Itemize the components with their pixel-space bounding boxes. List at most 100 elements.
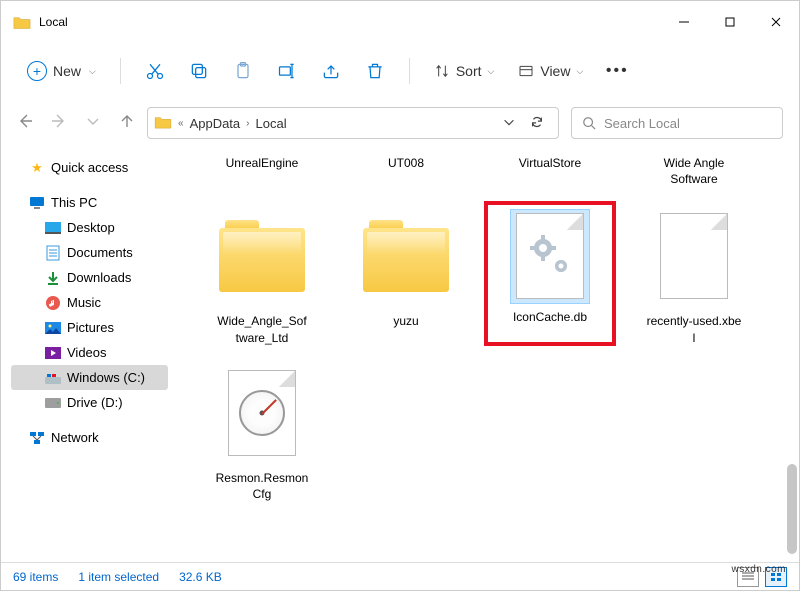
folder-item[interactable]: Wide AngleSoftware: [628, 153, 760, 189]
chevron-down-icon: ⌵: [488, 66, 495, 77]
close-button[interactable]: [753, 1, 799, 43]
sidebar-item-label: Network: [51, 430, 99, 445]
new-button[interactable]: + New ⌵: [17, 53, 106, 89]
paste-button[interactable]: [223, 51, 263, 91]
address-bar-right: [502, 115, 552, 132]
sidebar-downloads[interactable]: Downloads: [11, 265, 168, 290]
music-icon: [45, 295, 61, 311]
sidebar-desktop[interactable]: Desktop: [11, 215, 168, 240]
drive-icon: [45, 395, 61, 411]
sidebar-item-label: Music: [67, 295, 101, 310]
chevron-down-icon: ⌵: [576, 66, 583, 77]
watermark: wsxdn.com: [731, 564, 786, 575]
rename-button[interactable]: [267, 51, 307, 91]
folder-item[interactable]: VirtualStore: [484, 153, 616, 189]
share-button[interactable]: [311, 51, 351, 91]
sidebar-item-label: Desktop: [67, 220, 115, 235]
network-icon: [29, 430, 45, 446]
search-placeholder: Search Local: [604, 116, 680, 131]
desktop-icon: [45, 220, 61, 236]
search-icon: [582, 116, 596, 130]
folder-icon: [13, 15, 31, 29]
statusbar: 69 items 1 item selected 32.6 KB: [1, 562, 799, 590]
folder-item[interactable]: UnrealEngine: [196, 153, 328, 189]
more-button[interactable]: •••: [597, 51, 637, 91]
breadcrumb-appdata[interactable]: AppData: [190, 116, 241, 131]
cut-button[interactable]: [135, 51, 175, 91]
sort-button[interactable]: Sort ⌵: [424, 53, 505, 89]
folder-icon: [363, 220, 449, 292]
documents-icon: [45, 245, 61, 261]
forward-button[interactable]: [51, 113, 67, 134]
toolbar: + New ⌵ Sort ⌵ View ⌵ •••: [1, 43, 799, 99]
sidebar: ★ Quick access This PC Desktop Documents…: [1, 147, 176, 562]
up-button[interactable]: [119, 113, 135, 134]
pictures-icon: [45, 320, 61, 336]
star-icon: ★: [29, 160, 45, 176]
sidebar-item-label: Windows (C:): [67, 370, 145, 385]
sidebar-pictures[interactable]: Pictures: [11, 315, 168, 340]
scroll-thumb[interactable]: [787, 464, 797, 554]
file-icon: [516, 213, 584, 299]
file-item[interactable]: recently-used.xbel: [628, 201, 760, 345]
sidebar-item-label: This PC: [51, 195, 97, 210]
view-label: View: [540, 63, 570, 79]
folder-item[interactable]: yuzu: [340, 201, 472, 345]
separator: [409, 58, 410, 84]
view-icon: [518, 63, 534, 79]
sidebar-this-pc[interactable]: This PC: [11, 190, 168, 215]
scrollbar[interactable]: [783, 147, 797, 562]
refresh-button[interactable]: [530, 115, 544, 132]
sidebar-windows-c[interactable]: Windows (C:): [11, 365, 168, 390]
sort-icon: [434, 63, 450, 79]
main: ★ Quick access This PC Desktop Documents…: [1, 147, 799, 562]
new-button-label: New: [53, 63, 81, 79]
status-size: 32.6 KB: [179, 570, 222, 584]
sidebar-documents[interactable]: Documents: [11, 240, 168, 265]
chevron-down-icon: ⌵: [89, 66, 96, 77]
address-dropdown[interactable]: [502, 115, 516, 132]
sort-label: Sort: [456, 63, 482, 79]
plus-icon: +: [27, 61, 47, 81]
folder-item[interactable]: Wide_Angle_Software_Ltd: [196, 201, 328, 345]
downloads-icon: [45, 270, 61, 286]
window-controls: [661, 1, 799, 43]
nav-arrows: [17, 113, 135, 134]
address-bar[interactable]: « AppData › Local: [147, 107, 559, 139]
search-input[interactable]: Search Local: [571, 107, 783, 139]
sidebar-item-label: Videos: [67, 345, 107, 360]
folder-icon: [219, 220, 305, 292]
copy-button[interactable]: [179, 51, 219, 91]
minimize-button[interactable]: [661, 1, 707, 43]
recent-dropdown[interactable]: [85, 113, 101, 134]
back-button[interactable]: [17, 113, 33, 134]
sidebar-item-label: Quick access: [51, 160, 128, 175]
sidebar-item-label: Downloads: [67, 270, 131, 285]
monitor-icon: [29, 195, 45, 211]
delete-button[interactable]: [355, 51, 395, 91]
file-icon: [660, 213, 728, 299]
file-icon: [228, 370, 296, 456]
chevron-right-icon: ›: [246, 118, 249, 129]
sidebar-music[interactable]: Music: [11, 290, 168, 315]
sidebar-videos[interactable]: Videos: [11, 340, 168, 365]
view-button[interactable]: View ⌵: [508, 53, 593, 89]
drive-icon: [45, 370, 61, 386]
sidebar-quick-access[interactable]: ★ Quick access: [11, 155, 168, 180]
videos-icon: [45, 345, 61, 361]
breadcrumb-overflow[interactable]: «: [178, 118, 184, 129]
sidebar-item-label: Drive (D:): [67, 395, 123, 410]
content-pane[interactable]: UnrealEngine UT008 VirtualStore Wide Ang…: [176, 147, 799, 562]
status-selected: 1 item selected: [78, 570, 159, 584]
maximize-button[interactable]: [707, 1, 753, 43]
sidebar-drive-d[interactable]: Drive (D:): [11, 390, 168, 415]
sidebar-network[interactable]: Network: [11, 425, 168, 450]
folder-icon: [154, 115, 172, 132]
item-grid: UnrealEngine UT008 VirtualStore Wide Ang…: [196, 153, 795, 502]
titlebar: Local: [1, 1, 799, 43]
breadcrumb-local[interactable]: Local: [256, 116, 287, 131]
file-item[interactable]: Resmon.ResmonCfg: [196, 358, 328, 502]
navbar: « AppData › Local Search Local: [1, 99, 799, 147]
file-item-iconcache[interactable]: IconCache.db: [484, 201, 616, 345]
folder-item[interactable]: UT008: [340, 153, 472, 189]
